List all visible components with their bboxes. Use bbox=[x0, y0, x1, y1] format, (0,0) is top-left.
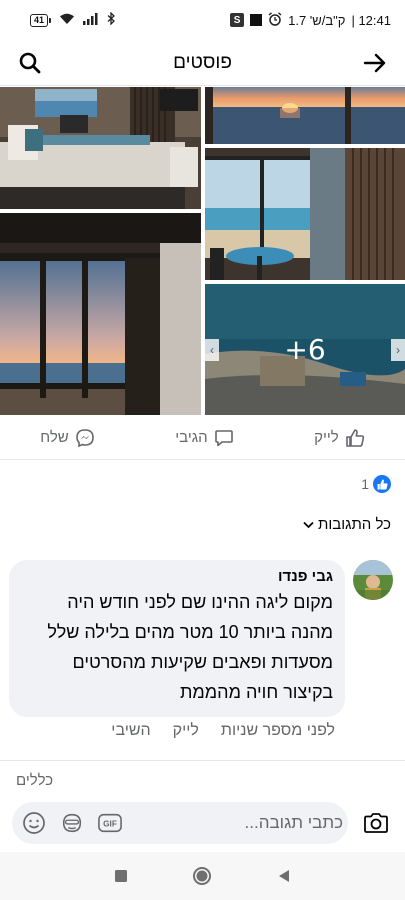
camera-icon bbox=[364, 813, 388, 833]
back-button[interactable] bbox=[361, 49, 389, 77]
s-app-icon: S bbox=[230, 13, 245, 27]
svg-text:GIF: GIF bbox=[103, 819, 117, 829]
like-label: לייק bbox=[314, 429, 339, 446]
carrier-text: ק"ב/ש' 1.7 bbox=[288, 12, 346, 28]
comment-reply-button[interactable]: השיבי bbox=[111, 722, 150, 740]
status-right: S ק"ב/ש' 1.7 | 12:41 bbox=[230, 11, 391, 29]
messenger-icon bbox=[75, 428, 94, 447]
rules-link[interactable]: כללים bbox=[16, 772, 53, 789]
recents-button[interactable] bbox=[109, 864, 133, 888]
comment-author[interactable]: גבי פנדו bbox=[25, 568, 333, 585]
comment-time: לפני מספר שניות bbox=[220, 722, 335, 739]
photo-aerial-more[interactable]: +6 ‹ › bbox=[205, 284, 405, 415]
top-app-bar: פוסטים bbox=[0, 40, 405, 86]
comment-icon bbox=[214, 429, 233, 446]
like-reaction-icon bbox=[373, 475, 391, 493]
status-time: | 12:41 bbox=[351, 12, 391, 28]
comment-text: מקום ליגה ההינו שם לפני חודש היה מהנה בי… bbox=[47, 592, 333, 702]
send-label: שלח bbox=[40, 429, 69, 446]
divider bbox=[0, 760, 405, 761]
gif-icon: GIF bbox=[98, 813, 122, 833]
comment-label: הגיבי bbox=[175, 429, 208, 446]
more-photos-overlay[interactable]: +6 bbox=[205, 284, 405, 415]
comments-filter-dropdown[interactable]: כל התגובות bbox=[303, 516, 391, 533]
signal-icon bbox=[83, 12, 99, 28]
back-nav-button[interactable] bbox=[272, 864, 296, 888]
photo-balcony-view[interactable] bbox=[205, 148, 405, 280]
comment-bubble[interactable]: גבי פנדו מקום ליגה ההינו שם לפני חודש הי… bbox=[9, 560, 345, 717]
reactions-count: 1 bbox=[361, 476, 369, 492]
alarm-icon bbox=[268, 11, 282, 29]
comments-filter-label: כל התגובות bbox=[317, 516, 391, 533]
comment-composer: GIF bbox=[12, 802, 348, 844]
sticker-icon bbox=[62, 813, 82, 833]
comment-input[interactable] bbox=[122, 813, 343, 833]
search-icon bbox=[19, 52, 41, 73]
camera-button[interactable] bbox=[362, 810, 390, 836]
square-icon bbox=[114, 870, 127, 882]
bluetooth-icon bbox=[107, 11, 116, 28]
thumbs-up-icon bbox=[345, 428, 364, 447]
status-left: 41 bbox=[30, 11, 116, 28]
circle-icon bbox=[193, 867, 212, 885]
send-button[interactable]: שלח bbox=[40, 428, 94, 448]
wifi-icon bbox=[59, 13, 75, 28]
photo-sunset-sea[interactable] bbox=[205, 87, 405, 144]
photo-bedroom[interactable] bbox=[0, 87, 201, 209]
home-button[interactable] bbox=[190, 864, 214, 888]
chevron-right-icon[interactable]: › bbox=[391, 338, 405, 361]
battery-icon: 41 bbox=[30, 13, 52, 27]
notification-square-icon bbox=[250, 14, 263, 26]
triangle-back-icon bbox=[279, 870, 290, 882]
comment-button[interactable]: הגיבי bbox=[175, 428, 233, 448]
like-button[interactable]: לייק bbox=[314, 428, 365, 448]
page-title: פוסטים bbox=[173, 51, 232, 73]
avatar[interactable] bbox=[353, 560, 393, 600]
comment-like-button[interactable]: לייק bbox=[173, 722, 199, 740]
comment-meta: לפני מספר שניות לייק השיבי bbox=[111, 722, 335, 740]
post-actions: לייק הגיבי שלח bbox=[0, 416, 405, 460]
reactions-summary[interactable]: 1 bbox=[361, 475, 391, 493]
comment: גבי פנדו מקום ליגה ההינו שם לפני חודש הי… bbox=[9, 560, 393, 717]
emoji-button[interactable] bbox=[22, 811, 46, 835]
status-bar: 41 S ק"ב/ש' 1.7 | 12:41 bbox=[0, 0, 405, 40]
photo-gallery: +6 ‹ › bbox=[0, 87, 405, 415]
chevron-down-icon bbox=[303, 516, 314, 533]
emoji-icon bbox=[23, 812, 45, 834]
composer-icons: GIF bbox=[22, 811, 122, 835]
search-button[interactable] bbox=[16, 49, 44, 77]
more-photos-count: +6 bbox=[284, 333, 326, 366]
sticker-button[interactable] bbox=[60, 811, 84, 835]
system-nav-bar bbox=[0, 852, 405, 900]
gif-button[interactable]: GIF bbox=[98, 811, 122, 835]
chevron-left-icon[interactable]: ‹ bbox=[205, 338, 219, 361]
photo-window-sunset[interactable] bbox=[0, 213, 201, 415]
battery-level: 41 bbox=[30, 13, 49, 27]
arrow-right-icon bbox=[363, 53, 386, 72]
